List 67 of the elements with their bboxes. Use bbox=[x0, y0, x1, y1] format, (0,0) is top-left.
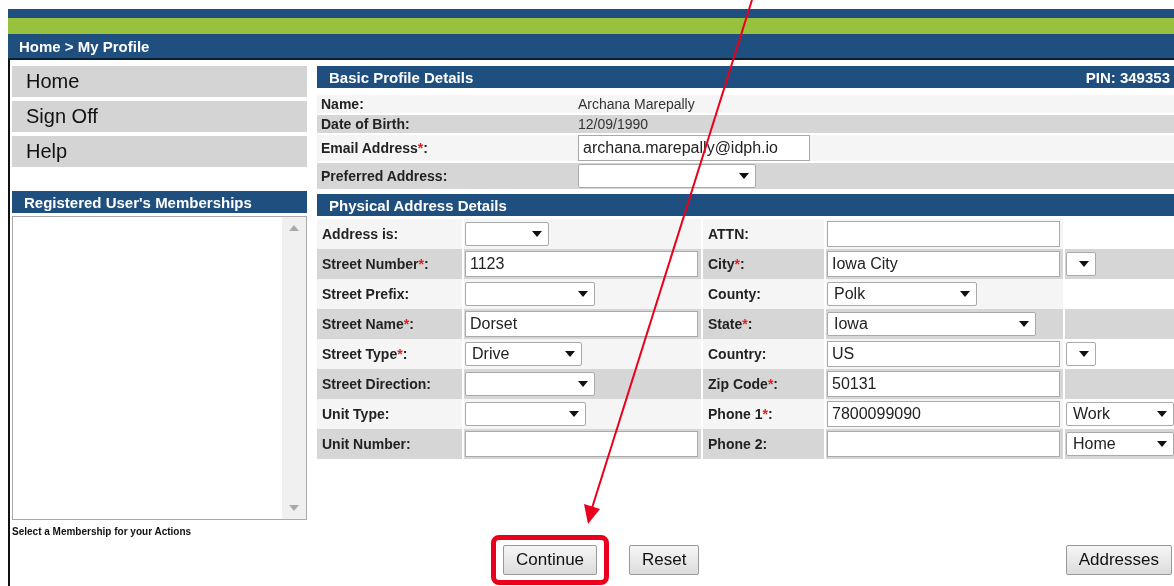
caret-icon bbox=[1079, 261, 1089, 267]
breadcrumb: Home > My Profile bbox=[8, 34, 1174, 60]
field-label: Address is: bbox=[321, 226, 399, 242]
nav-link[interactable]: Sign Off bbox=[12, 101, 307, 132]
field-label: City*: bbox=[707, 256, 745, 272]
caret-icon bbox=[1019, 321, 1029, 327]
field-label: Street Prefix: bbox=[321, 286, 410, 302]
address-dropdown[interactable]: Iowa bbox=[827, 312, 1036, 336]
field-label: Zip Code*: bbox=[707, 376, 778, 392]
address-dropdown[interactable] bbox=[465, 282, 595, 306]
form-button[interactable]: Continue bbox=[503, 545, 598, 575]
address-field[interactable]: US bbox=[827, 341, 1060, 367]
address-dropdown[interactable] bbox=[465, 372, 595, 396]
address-field[interactable]: 7800099090 bbox=[827, 401, 1060, 427]
caret-icon bbox=[1157, 441, 1167, 447]
field-label: Street Name*: bbox=[321, 316, 414, 332]
address-dropdown[interactable]: Polk bbox=[827, 282, 977, 306]
caret-icon bbox=[578, 291, 588, 297]
address-field[interactable]: Dorset bbox=[465, 311, 698, 337]
address-field[interactable]: 50131 bbox=[827, 371, 1060, 397]
address-field[interactable]: 1123 bbox=[465, 251, 698, 277]
caret-icon bbox=[569, 411, 579, 417]
caret-icon bbox=[578, 381, 588, 387]
field-label: ATTN: bbox=[707, 226, 749, 242]
field-value: Archana Marepally bbox=[578, 96, 695, 112]
section-header: Physical Address Details bbox=[317, 194, 1174, 216]
address-dropdown[interactable]: Drive bbox=[465, 342, 582, 366]
nav-link[interactable]: Help bbox=[12, 136, 307, 167]
type-dropdown[interactable]: Home bbox=[1066, 432, 1174, 456]
profile-dropdown[interactable] bbox=[578, 164, 756, 188]
field-label: Unit Number: bbox=[321, 436, 411, 452]
section-title: Basic Profile Details bbox=[329, 68, 474, 86]
type-dropdown[interactable]: Work bbox=[1066, 402, 1174, 426]
address-field[interactable]: Iowa City bbox=[827, 251, 1060, 277]
field-label: Street Number*: bbox=[321, 256, 429, 272]
scroll-up-icon[interactable] bbox=[289, 225, 299, 231]
field-label: Phone 2: bbox=[707, 436, 768, 452]
field-label: State*: bbox=[707, 316, 753, 332]
caret-icon bbox=[1157, 411, 1167, 417]
membership-hint: Select a Membership for your Actions bbox=[12, 526, 193, 537]
form-button[interactable]: Addresses bbox=[1065, 545, 1172, 575]
section-header: Registered User's Memberships bbox=[12, 191, 307, 213]
address-dropdown[interactable] bbox=[465, 222, 549, 246]
field-label: Name: bbox=[320, 96, 365, 112]
field-label: Phone 1*: bbox=[707, 406, 773, 422]
field-label: Street Direction: bbox=[321, 376, 431, 392]
caret-icon bbox=[532, 231, 542, 237]
field-label: Street Type*: bbox=[321, 346, 408, 362]
scroll-down-icon[interactable] bbox=[289, 505, 299, 511]
type-dropdown[interactable] bbox=[1066, 342, 1096, 366]
type-dropdown[interactable] bbox=[1066, 252, 1096, 276]
pin-label: PIN: 349353 bbox=[1085, 68, 1170, 86]
field-value: 12/09/1990 bbox=[578, 116, 649, 132]
field-label: County: bbox=[707, 286, 761, 302]
field-label: Preferred Address: bbox=[320, 168, 449, 184]
caret-icon bbox=[565, 351, 575, 357]
caret-icon bbox=[960, 291, 970, 297]
field-label: Date of Birth: bbox=[320, 116, 411, 132]
form-button[interactable]: Reset bbox=[629, 545, 700, 575]
address-dropdown[interactable] bbox=[465, 402, 586, 426]
field-label: Country: bbox=[707, 346, 767, 362]
field-label: Unit Type: bbox=[321, 406, 390, 422]
field-label: Email Address*: bbox=[320, 140, 429, 156]
scrollbar[interactable] bbox=[282, 217, 306, 519]
nav-link[interactable]: Home bbox=[12, 66, 307, 97]
caret-icon bbox=[739, 173, 749, 179]
caret-icon bbox=[1079, 351, 1089, 357]
